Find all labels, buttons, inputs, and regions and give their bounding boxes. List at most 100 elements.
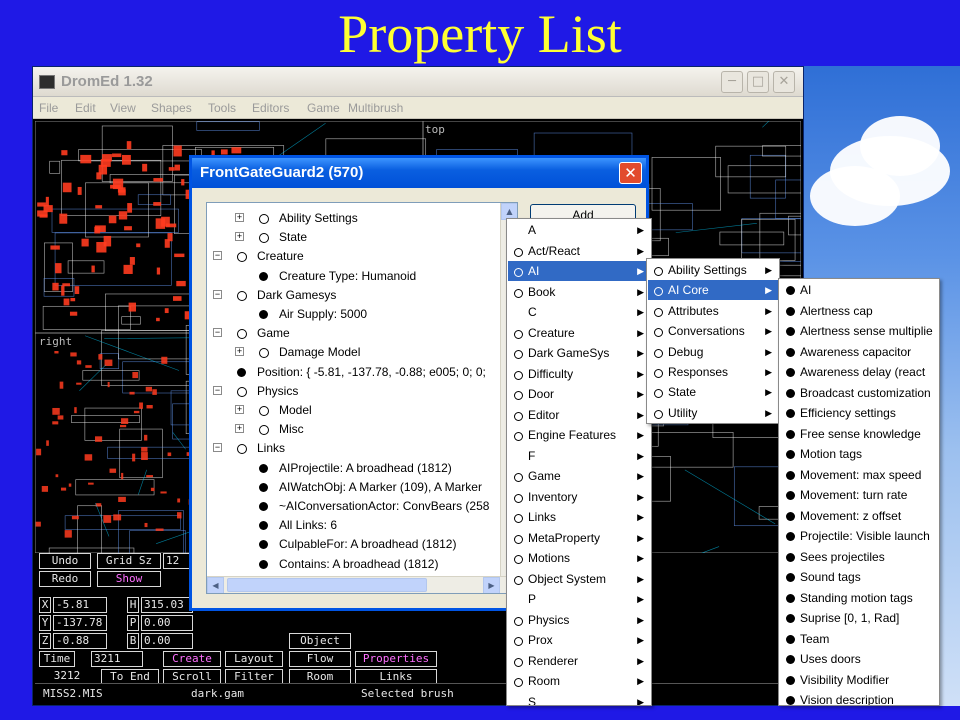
menu-item[interactable]: Vision description — [780, 690, 938, 705]
menu-view[interactable]: View — [110, 101, 136, 115]
menu-item[interactable]: Difficulty ▶ — [508, 364, 650, 384]
tree-row[interactable]: Creature Type: Humanoid — [207, 267, 501, 286]
menu-item[interactable]: S ▶ — [508, 692, 650, 706]
menu-tools[interactable]: Tools — [208, 101, 236, 115]
scroll-left-arrow-icon[interactable]: ◀ — [207, 577, 224, 593]
menu-edit[interactable]: Edit — [75, 101, 96, 115]
tree-row[interactable]: + State — [207, 228, 501, 247]
tree-row[interactable]: − Creature — [207, 247, 501, 266]
menu-item[interactable]: Movement: turn rate — [780, 485, 938, 505]
menu-item[interactable]: Free sense knowledge — [780, 424, 938, 444]
close-button[interactable]: ✕ — [773, 71, 795, 93]
redo-button[interactable]: Redo — [39, 571, 91, 587]
tree-row[interactable]: − Dark Gamesys — [207, 286, 501, 305]
menu-item[interactable]: Motions ▶ — [508, 548, 650, 568]
object-button[interactable]: Object — [289, 633, 351, 649]
menu-item[interactable]: Conversations ▶ — [648, 321, 778, 341]
menu-item[interactable]: Efficiency settings — [780, 403, 938, 423]
menu-item[interactable]: Motion tags — [780, 444, 938, 464]
property-tree[interactable]: + Ability Settings + State − Creature Creature… — [206, 202, 518, 594]
menu-item[interactable]: Alertness cap — [780, 301, 938, 321]
properties-button[interactable]: Properties — [355, 651, 437, 667]
menu-item[interactable]: State ▶ — [648, 382, 778, 402]
expand-icon[interactable]: + — [235, 405, 244, 414]
tree-row[interactable]: Air Supply: 5000 — [207, 305, 501, 324]
menu-item[interactable]: AI — [780, 280, 938, 300]
z-field[interactable]: -0.88 — [53, 633, 107, 649]
menu-item[interactable]: Door ▶ — [508, 384, 650, 404]
menu-item[interactable]: Responses ▶ — [648, 362, 778, 382]
x-field[interactable]: -5.81 — [53, 597, 107, 613]
menu-item[interactable]: AI ▶ — [508, 261, 650, 281]
menu-item[interactable]: Editor ▶ — [508, 405, 650, 425]
menu-item[interactable]: Game ▶ — [508, 466, 650, 486]
tree-row[interactable]: − Game — [207, 324, 501, 343]
menu-item[interactable]: Room ▶ — [508, 671, 650, 691]
collapse-icon[interactable]: − — [213, 443, 222, 453]
menu-item[interactable]: Debug ▶ — [648, 342, 778, 362]
menu-item[interactable]: Awareness capacitor — [780, 342, 938, 362]
grid-size-button[interactable]: Grid Sz — [97, 553, 161, 569]
tree-row[interactable]: AIWatchObj: A Marker (109), A Marker — [207, 478, 501, 497]
menu-item[interactable]: Utility ▶ — [648, 403, 778, 423]
menu-item[interactable]: Alertness sense multiplie — [780, 321, 938, 341]
dialog-close-button[interactable]: ✕ — [619, 162, 642, 184]
menu-item[interactable]: P ▶ — [508, 589, 650, 609]
menu-item[interactable]: Links ▶ — [508, 507, 650, 527]
dromed-titlebar[interactable]: DromEd 1.32 ─ □ ✕ — [33, 67, 803, 97]
menu-item[interactable]: F ▶ — [508, 446, 650, 466]
tree-row[interactable]: CulpableFor: A broadhead (1812) — [207, 535, 501, 554]
collapse-icon[interactable]: − — [213, 385, 222, 395]
menu-item[interactable]: Engine Features ▶ — [508, 425, 650, 445]
create-button[interactable]: Create — [163, 651, 221, 667]
menu-item[interactable]: Sees projectiles — [780, 547, 938, 567]
bank-field[interactable]: 0.00 — [141, 633, 193, 649]
menu-item[interactable]: Team — [780, 629, 938, 649]
menu-item[interactable]: Physics ▶ — [508, 610, 650, 630]
menu-item[interactable]: Prox ▶ — [508, 630, 650, 650]
menu-item[interactable]: Renderer ▶ — [508, 651, 650, 671]
tree-row[interactable]: ~AIConversationActor: ConvBears (258 — [207, 497, 501, 516]
menu-item[interactable]: Projectile: Visible launch — [780, 526, 938, 546]
menu-item[interactable]: Inventory ▶ — [508, 487, 650, 507]
menu-item[interactable]: Creature ▶ — [508, 323, 650, 343]
menu-item[interactable]: Visibility Modifier — [780, 670, 938, 690]
minimize-button[interactable]: ─ — [721, 71, 743, 93]
tree-row[interactable]: + Ability Settings — [207, 209, 501, 228]
menu-item[interactable]: Movement: max speed — [780, 465, 938, 485]
scroll-thumb[interactable] — [227, 578, 427, 592]
expand-icon[interactable]: + — [235, 232, 244, 242]
layout-button[interactable]: Layout — [225, 651, 283, 667]
menu-item[interactable]: C ▶ — [508, 302, 650, 322]
menu-item[interactable]: Sound tags — [780, 567, 938, 587]
scroll-right-arrow-icon[interactable]: ▶ — [483, 577, 500, 593]
menu-item[interactable]: Attributes ▶ — [648, 301, 778, 321]
menu-item[interactable]: A ▶ — [508, 220, 650, 240]
heading-field[interactable]: 315.03 — [141, 597, 193, 613]
expand-icon[interactable]: + — [235, 213, 244, 222]
flow-button[interactable]: Flow — [289, 651, 351, 667]
menu-item[interactable]: Broadcast customization — [780, 383, 938, 403]
tree-row[interactable]: − Physics — [207, 382, 501, 401]
property-dialog-titlebar[interactable]: FrontGateGuard2 (570) ✕ — [192, 158, 646, 188]
menu-item[interactable]: AI Core ▶ — [648, 280, 778, 301]
menu-editors[interactable]: Editors — [252, 101, 289, 115]
menu-file[interactable]: File — [39, 101, 58, 115]
tree-row[interactable]: AIProjectile: A broadhead (1812) — [207, 459, 501, 478]
expand-icon[interactable]: + — [235, 424, 244, 434]
tree-row[interactable]: − Links — [207, 439, 501, 458]
menu-shapes[interactable]: Shapes — [151, 101, 192, 115]
tree-row[interactable]: Contains: A broadhead (1812) — [207, 555, 501, 574]
menu-item[interactable]: Awareness delay (react — [780, 362, 938, 382]
tree-row[interactable]: + Damage Model — [207, 343, 501, 362]
time-field[interactable]: 3211 — [91, 651, 143, 667]
collapse-icon[interactable]: − — [213, 328, 222, 338]
maximize-button[interactable]: □ — [747, 71, 769, 93]
tree-row[interactable]: Position: { -5.81, -137.78, -0.88; e005;… — [207, 363, 501, 382]
menu-item[interactable]: Suprise [0, 1, Rad] — [780, 608, 938, 628]
expand-icon[interactable]: + — [235, 347, 244, 357]
menu-item[interactable]: Book ▶ — [508, 282, 650, 302]
tree-horizontal-scrollbar[interactable]: ◀ ▶ — [207, 576, 517, 593]
menu-item[interactable]: Dark GameSys ▶ — [508, 343, 650, 363]
menu-game[interactable]: Game — [307, 101, 340, 115]
